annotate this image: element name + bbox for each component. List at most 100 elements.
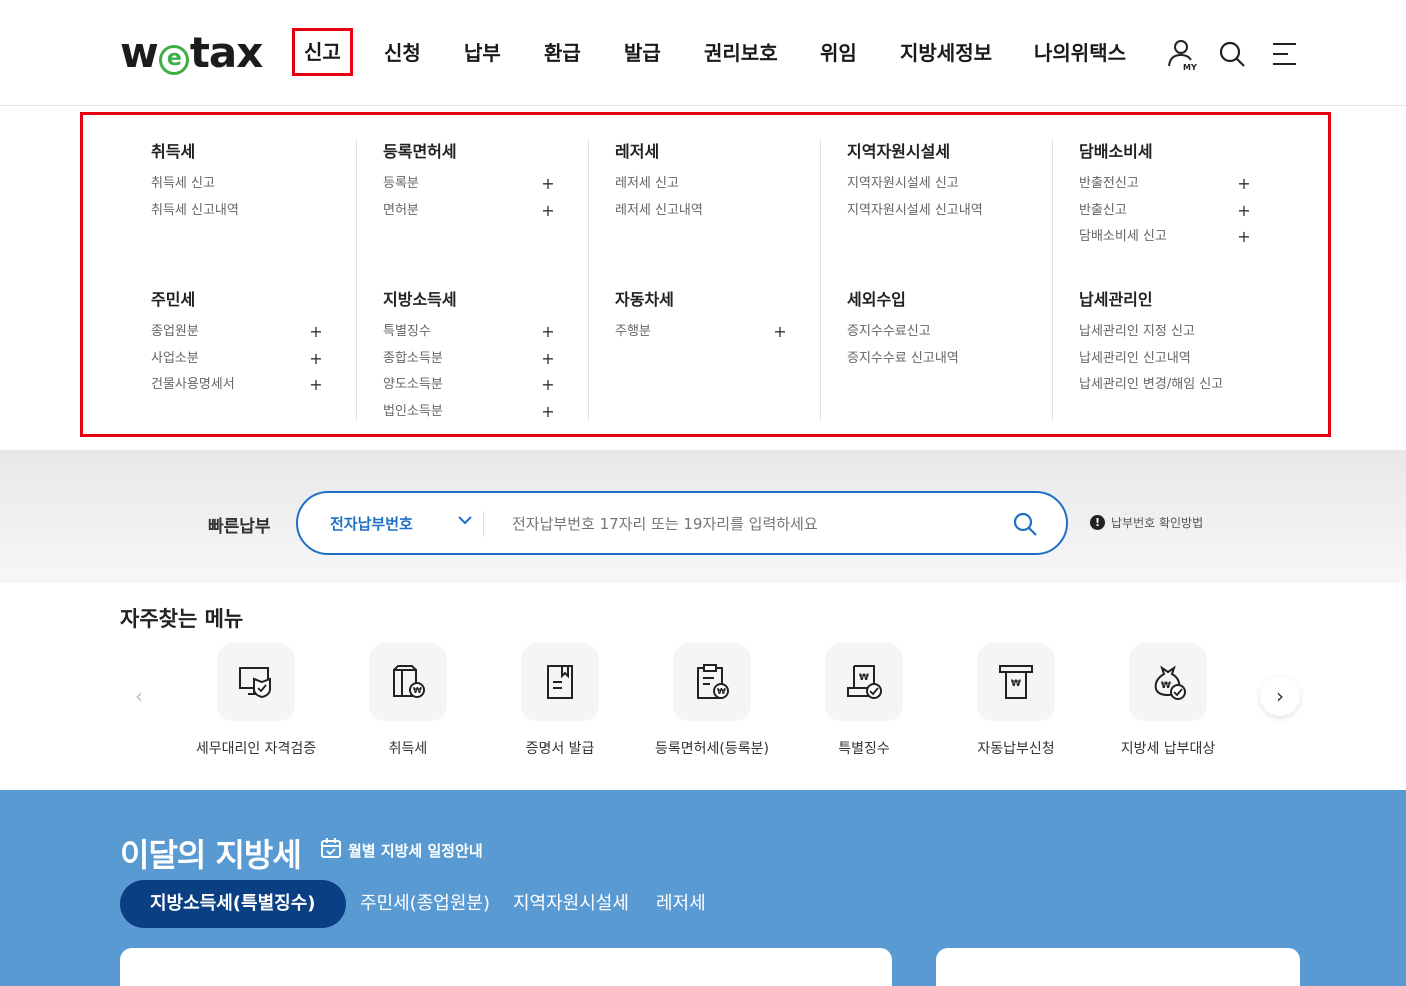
menu-link[interactable]: 등록분 +: [383, 171, 555, 198]
expand-plus-icon[interactable]: +: [541, 346, 555, 372]
menu-group-title[interactable]: 레저세: [615, 141, 787, 163]
carousel-next-button[interactable]: ›: [1260, 676, 1300, 716]
menu-link[interactable]: 반출신고 +: [1079, 198, 1251, 225]
payment-type-select[interactable]: 전자납부번호: [330, 513, 413, 534]
nav-item-delegate[interactable]: 위임: [820, 28, 857, 78]
column-divider: [820, 139, 821, 421]
chevron-down-icon[interactable]: [456, 511, 474, 529]
menu-link[interactable]: 지역자원시설세 신고내역: [847, 198, 1019, 225]
frequent-menu-label: 지방세 납부대상: [1120, 741, 1216, 757]
nav-item-report[interactable]: 신고: [292, 28, 353, 76]
menu-link[interactable]: 반출전신고 +: [1079, 171, 1251, 198]
nav-item-apply[interactable]: 신청: [384, 28, 421, 78]
frequent-menu-item[interactable]: ₩ 등록면허세(등록분): [636, 643, 788, 758]
frequent-menu-label: 세무대리인 자격검증: [195, 741, 317, 757]
menu-group-local-income-tax: 지방소득세 특별징수 + 종합소득분 + 양도소득분 + 법인소득분 +: [383, 289, 555, 425]
expand-plus-icon[interactable]: +: [309, 346, 323, 372]
menu-link[interactable]: 취득세 신고: [151, 171, 323, 198]
menu-link[interactable]: 증지수수료신고: [847, 319, 1019, 346]
menu-group-title[interactable]: 납세관리인: [1079, 289, 1279, 311]
menu-group-title[interactable]: 취득세: [151, 141, 323, 163]
frequent-menu-item[interactable]: ₩ 특별징수: [788, 643, 940, 758]
nav-item-pay[interactable]: 납부: [464, 28, 501, 78]
quick-pay-label: 빠른납부: [208, 517, 271, 537]
menu-link[interactable]: 지역자원시설세 신고: [847, 171, 1019, 198]
menu-link[interactable]: 법인소득분 +: [383, 399, 555, 426]
menu-link[interactable]: 납세관리인 신고내역: [1079, 346, 1279, 373]
wetax-logo[interactable]: w e tax: [120, 30, 263, 76]
tab-leisure-tax[interactable]: 레저세: [656, 880, 706, 928]
menu-link[interactable]: 담배소비세 신고 +: [1079, 224, 1251, 251]
frequent-menu-item[interactable]: 세무대리인 자격검증: [180, 643, 332, 758]
search-icon[interactable]: [1012, 511, 1038, 537]
menu-link[interactable]: 납세관리인 변경/해임 신고: [1079, 372, 1279, 399]
expand-plus-icon[interactable]: +: [309, 319, 323, 345]
nav-item-my-wetax[interactable]: 나의위택스: [1034, 28, 1126, 78]
menu-group-tax-agent: 납세관리인 납세관리인 지정 신고 납세관리인 신고내역 납세관리인 변경/해임…: [1079, 289, 1279, 399]
monthly-title: 이달의 지방세: [120, 836, 302, 874]
expand-plus-icon[interactable]: +: [541, 171, 555, 197]
column-divider: [1052, 139, 1053, 421]
expand-plus-icon[interactable]: +: [541, 319, 555, 345]
frequent-menu-item[interactable]: ₩ 취득세: [332, 643, 484, 758]
carousel-prev-button[interactable]: ‹: [119, 676, 159, 716]
expand-plus-icon[interactable]: +: [1237, 171, 1251, 197]
expand-plus-icon[interactable]: +: [309, 372, 323, 398]
menu-link[interactable]: 레저세 신고: [615, 171, 787, 198]
menu-link[interactable]: 레저세 신고내역: [615, 198, 787, 225]
expand-plus-icon[interactable]: +: [1237, 224, 1251, 250]
nav-item-rights[interactable]: 권리보호: [704, 28, 778, 78]
frequent-menu-label: 자동납부신청: [977, 741, 1055, 757]
menu-group-title[interactable]: 등록면허세: [383, 141, 555, 163]
nav-item-local-tax-info[interactable]: 지방세정보: [900, 28, 992, 78]
tab-regional-resource-tax[interactable]: 지역자원시설세: [513, 880, 629, 928]
menu-link[interactable]: 사업소분 +: [151, 346, 323, 373]
menu-group-title[interactable]: 주민세: [151, 289, 323, 311]
menu-link-label: 취득세 신고내역: [151, 202, 239, 218]
menu-group-title[interactable]: 세외수입: [847, 289, 1019, 311]
menu-link[interactable]: 증지수수료 신고내역: [847, 346, 1019, 373]
menu-link[interactable]: 취득세 신고내역: [151, 198, 323, 225]
menu-link-label: 종합소득분: [383, 350, 443, 366]
payment-number-input[interactable]: [512, 507, 992, 541]
svg-text:₩: ₩: [1011, 679, 1021, 689]
menu-link[interactable]: 면허분 +: [383, 198, 555, 225]
mega-menu-panel: 취득세 취득세 신고 취득세 신고내역 등록면허세 등록분 + 면허분 + 레저세 …: [80, 112, 1331, 437]
expand-plus-icon[interactable]: +: [773, 319, 787, 345]
menu-icon[interactable]: [1270, 38, 1302, 70]
money-bag-check-icon: ₩: [1129, 643, 1207, 721]
column-divider: [588, 139, 589, 421]
help-link-label: 납부번호 확인방법: [1111, 516, 1204, 530]
tab-resident-tax[interactable]: 주민세(종업원분): [360, 880, 490, 928]
search-icon[interactable]: [1216, 38, 1248, 70]
menu-link[interactable]: 종업원분 +: [151, 319, 323, 346]
my-user-icon[interactable]: MY: [1166, 38, 1198, 72]
frequent-menu-item[interactable]: 증명서 발급: [484, 643, 636, 758]
frequent-menu-item[interactable]: ₩ 자동납부신청: [940, 643, 1092, 758]
monthly-schedule-link[interactable]: 월별 지방세 일정안내: [320, 837, 483, 863]
menu-link[interactable]: 납세관리인 지정 신고: [1079, 319, 1279, 346]
frequent-menu-item[interactable]: ₩ 지방세 납부대상: [1092, 643, 1244, 758]
menu-link[interactable]: 건물사용명세서 +: [151, 372, 323, 399]
tab-local-income-tax[interactable]: 지방소득세(특별징수): [120, 880, 346, 928]
menu-link[interactable]: 특별징수 +: [383, 319, 555, 346]
menu-link[interactable]: 양도소득분 +: [383, 372, 555, 399]
expand-plus-icon[interactable]: +: [1237, 198, 1251, 224]
menu-link-label: 사업소분: [151, 350, 199, 366]
menu-link-label: 반출신고: [1079, 202, 1127, 218]
menu-link[interactable]: 종합소득분 +: [383, 346, 555, 373]
nav-item-refund[interactable]: 환급: [544, 28, 581, 78]
schedule-link-label: 월별 지방세 일정안내: [348, 841, 483, 860]
payment-number-help-link[interactable]: ! 납부번호 확인방법: [1090, 514, 1203, 531]
expand-plus-icon[interactable]: +: [541, 399, 555, 425]
expand-plus-icon[interactable]: +: [541, 198, 555, 224]
menu-group-title[interactable]: 자동차세: [615, 289, 787, 311]
menu-group-title[interactable]: 담배소비세: [1079, 141, 1251, 163]
menu-link-label: 레저세 신고내역: [615, 202, 703, 218]
my-badge-label: MY: [1183, 63, 1197, 72]
expand-plus-icon[interactable]: +: [541, 372, 555, 398]
menu-link[interactable]: 주행분 +: [615, 319, 787, 346]
nav-item-issue[interactable]: 발급: [624, 28, 661, 78]
menu-group-title[interactable]: 지방소득세: [383, 289, 555, 311]
menu-group-title[interactable]: 지역자원시설세: [847, 141, 1019, 163]
